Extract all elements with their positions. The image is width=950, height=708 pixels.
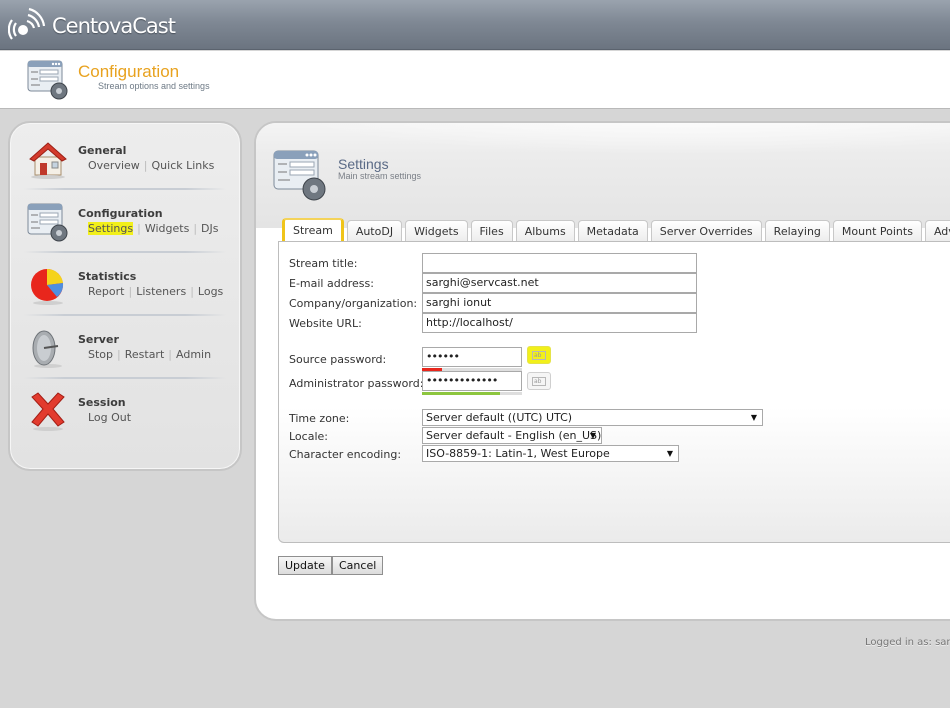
sidebar-link-log-out[interactable]: Log Out xyxy=(88,411,131,424)
stream-title-label: Stream title: xyxy=(289,257,358,270)
source-password-label: Source password: xyxy=(289,353,387,366)
update-button[interactable]: Update xyxy=(278,556,332,575)
tab-autodj[interactable]: AutoDJ xyxy=(346,220,403,242)
locale-value: Server default - English (en_US) xyxy=(426,429,602,442)
sidebar-links: Stop | Restart | Admin xyxy=(88,348,211,361)
tab-mount-points[interactable]: Mount Points xyxy=(832,220,922,242)
admin-password-strength-meter xyxy=(422,392,522,395)
pie-chart-icon[interactable] xyxy=(26,263,70,307)
sidebar-links: Overview | Quick Links xyxy=(88,159,214,172)
admin-password-input[interactable]: ••••••••••••• xyxy=(422,371,522,391)
website-url-input[interactable]: http://localhost/ xyxy=(422,313,697,333)
sidebar-link-widgets[interactable]: Widgets xyxy=(145,222,189,235)
page-title: Configuration xyxy=(78,62,180,81)
sidebar-group-title: Configuration xyxy=(78,207,163,220)
company-label: Company/organization: xyxy=(289,297,418,310)
dropdown-arrow-icon: ▼ xyxy=(589,431,596,440)
sidebar-nav: General Overview | Quick Links Configurati… xyxy=(8,121,242,471)
tab-relaying[interactable]: Relaying xyxy=(764,220,830,242)
link-separator: | xyxy=(137,222,141,235)
character-encoding-select[interactable]: ISO-8859-1: Latin-1, West Europe ▼ xyxy=(422,445,679,462)
time-zone-select[interactable]: Server default ((UTC) UTC) ▼ xyxy=(422,409,763,426)
encoding-value: ISO-8859-1: Latin-1, West Europe xyxy=(426,447,610,460)
configuration-form-gear-icon xyxy=(26,57,70,103)
strength-meter-fill xyxy=(422,392,500,395)
tab-widgets[interactable]: Widgets xyxy=(405,220,468,242)
satellite-dish-icon[interactable] xyxy=(26,326,70,370)
cancel-button[interactable]: Cancel xyxy=(332,556,384,575)
tab-files[interactable]: Files xyxy=(470,220,513,242)
sidebar-link-settings[interactable]: Settings xyxy=(88,222,134,235)
sidebar-group-title: Server xyxy=(78,333,119,346)
text-field-cursor-icon: ab xyxy=(532,377,546,386)
sidebar-links: Settings | Widgets | DJs xyxy=(88,222,218,235)
sidebar-group-configuration: Configuration Settings | Widgets | DJs xyxy=(10,190,240,253)
stream-settings-form: Stream title: E-mail address: sarghi@ser… xyxy=(278,241,950,543)
sidebar-group-general: General Overview | Quick Links xyxy=(10,127,240,190)
time-zone-label: Time zone: xyxy=(289,412,350,425)
tab-albums[interactable]: Albums xyxy=(515,220,575,242)
tab-advanced[interactable]: Advanced xyxy=(924,220,950,242)
configuration-form-gear-icon[interactable] xyxy=(26,200,70,244)
generate-source-password-button[interactable]: ab xyxy=(527,346,551,364)
sidebar-group-title: Statistics xyxy=(78,270,137,283)
app-logo[interactable]: CentovaCast xyxy=(7,6,176,46)
broadcast-signal-icon xyxy=(7,6,48,46)
sidebar-link-logs[interactable]: Logs xyxy=(198,285,223,298)
stream-title-input[interactable] xyxy=(422,253,697,273)
page-subtitle: Stream options and settings xyxy=(98,81,210,91)
link-separator: | xyxy=(117,348,121,361)
sidebar-link-listeners[interactable]: Listeners xyxy=(136,285,186,298)
locale-label: Locale: xyxy=(289,430,328,443)
dropdown-arrow-icon: ▼ xyxy=(666,449,673,458)
section-subtitle: Main stream settings xyxy=(338,171,422,181)
sidebar-links: Report | Listeners | Logs xyxy=(88,285,223,298)
sidebar-group-title: Session xyxy=(78,396,126,409)
text-field-cursor-icon: ab xyxy=(532,351,546,360)
sidebar-link-stop[interactable]: Stop xyxy=(88,348,113,361)
sidebar-links: Log Out xyxy=(88,411,131,424)
sidebar-link-djs[interactable]: DJs xyxy=(201,222,218,235)
dropdown-arrow-icon: ▼ xyxy=(750,413,757,422)
sidebar-group-server: Server Stop | Restart | Admin xyxy=(10,316,240,379)
settings-tabs: Stream AutoDJ Widgets Files Albums Metad… xyxy=(282,218,950,242)
source-password-input[interactable]: •••••• xyxy=(422,347,522,367)
top-header-bar: CentovaCast xyxy=(0,0,950,50)
tab-stream[interactable]: Stream xyxy=(282,218,344,242)
configuration-form-gear-icon xyxy=(272,145,328,203)
time-zone-value: Server default ((UTC) UTC) xyxy=(426,411,573,424)
sidebar-link-admin[interactable]: Admin xyxy=(176,348,211,361)
logged-in-status: Logged in as: sar xyxy=(865,637,950,648)
sidebar-link-restart[interactable]: Restart xyxy=(125,348,165,361)
house-icon[interactable] xyxy=(26,137,70,181)
sidebar-link-quick-links[interactable]: Quick Links xyxy=(152,159,215,172)
encoding-label: Character encoding: xyxy=(289,448,402,461)
tab-metadata[interactable]: Metadata xyxy=(577,220,648,242)
sidebar-link-overview[interactable]: Overview xyxy=(88,159,140,172)
app-name: CentovaCast xyxy=(52,14,176,38)
link-separator: | xyxy=(143,159,148,172)
sidebar-group-statistics: Statistics Report | Listeners | Logs xyxy=(10,253,240,316)
locale-select[interactable]: Server default - English (en_US) ▼ xyxy=(422,427,602,444)
tab-server-overrides[interactable]: Server Overrides xyxy=(650,220,762,242)
link-separator: | xyxy=(190,285,194,298)
main-panel: Settings Main stream settings Stream Aut… xyxy=(254,121,950,621)
website-label: Website URL: xyxy=(289,317,362,330)
sidebar-group-session: Session Log Out xyxy=(10,379,240,442)
email-input[interactable]: sarghi@servcast.net xyxy=(422,273,697,293)
generate-admin-password-button[interactable]: ab xyxy=(527,372,551,390)
company-input[interactable]: sarghi ionut xyxy=(422,293,697,313)
link-separator: | xyxy=(193,222,198,235)
section-title: Settings xyxy=(338,156,389,172)
sidebar-link-report[interactable]: Report xyxy=(88,285,124,298)
admin-password-label: Administrator password: xyxy=(289,377,424,390)
link-separator: | xyxy=(128,285,133,298)
red-x-icon[interactable] xyxy=(26,389,70,433)
page-header: Configuration Stream options and setting… xyxy=(0,51,950,109)
sidebar-group-title: General xyxy=(78,144,127,157)
link-separator: | xyxy=(168,348,172,361)
email-label: E-mail address: xyxy=(289,277,374,290)
